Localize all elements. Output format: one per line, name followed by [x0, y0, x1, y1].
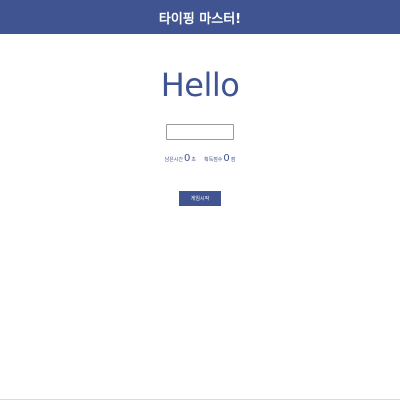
- app-header: 타이핑 마스터!: [0, 0, 400, 34]
- app-title: 타이핑 마스터!: [158, 11, 242, 27]
- remaining-time-value: 0: [184, 153, 191, 164]
- score-unit: 점: [230, 157, 236, 163]
- score-value: 0: [223, 153, 230, 164]
- score-label: 획득점수: [204, 157, 223, 163]
- game-stats: 남은시간 0 초 획득점수 0 점: [0, 153, 400, 164]
- score: 획득점수 0 점: [204, 153, 235, 164]
- target-word: Hello: [160, 66, 240, 104]
- typing-game-app: 타이핑 마스터! Hello 남은시간 0 초 획득점수 0 점 게임시작: [0, 0, 400, 400]
- start-game-button[interactable]: 게임시작: [179, 191, 221, 206]
- word-input[interactable]: [166, 124, 234, 140]
- remaining-time: 남은시간 0 초: [165, 153, 196, 164]
- remaining-time-label: 남은시간: [164, 157, 184, 163]
- remaining-time-unit: 초: [191, 157, 196, 163]
- word-input-wrapper: [166, 119, 234, 140]
